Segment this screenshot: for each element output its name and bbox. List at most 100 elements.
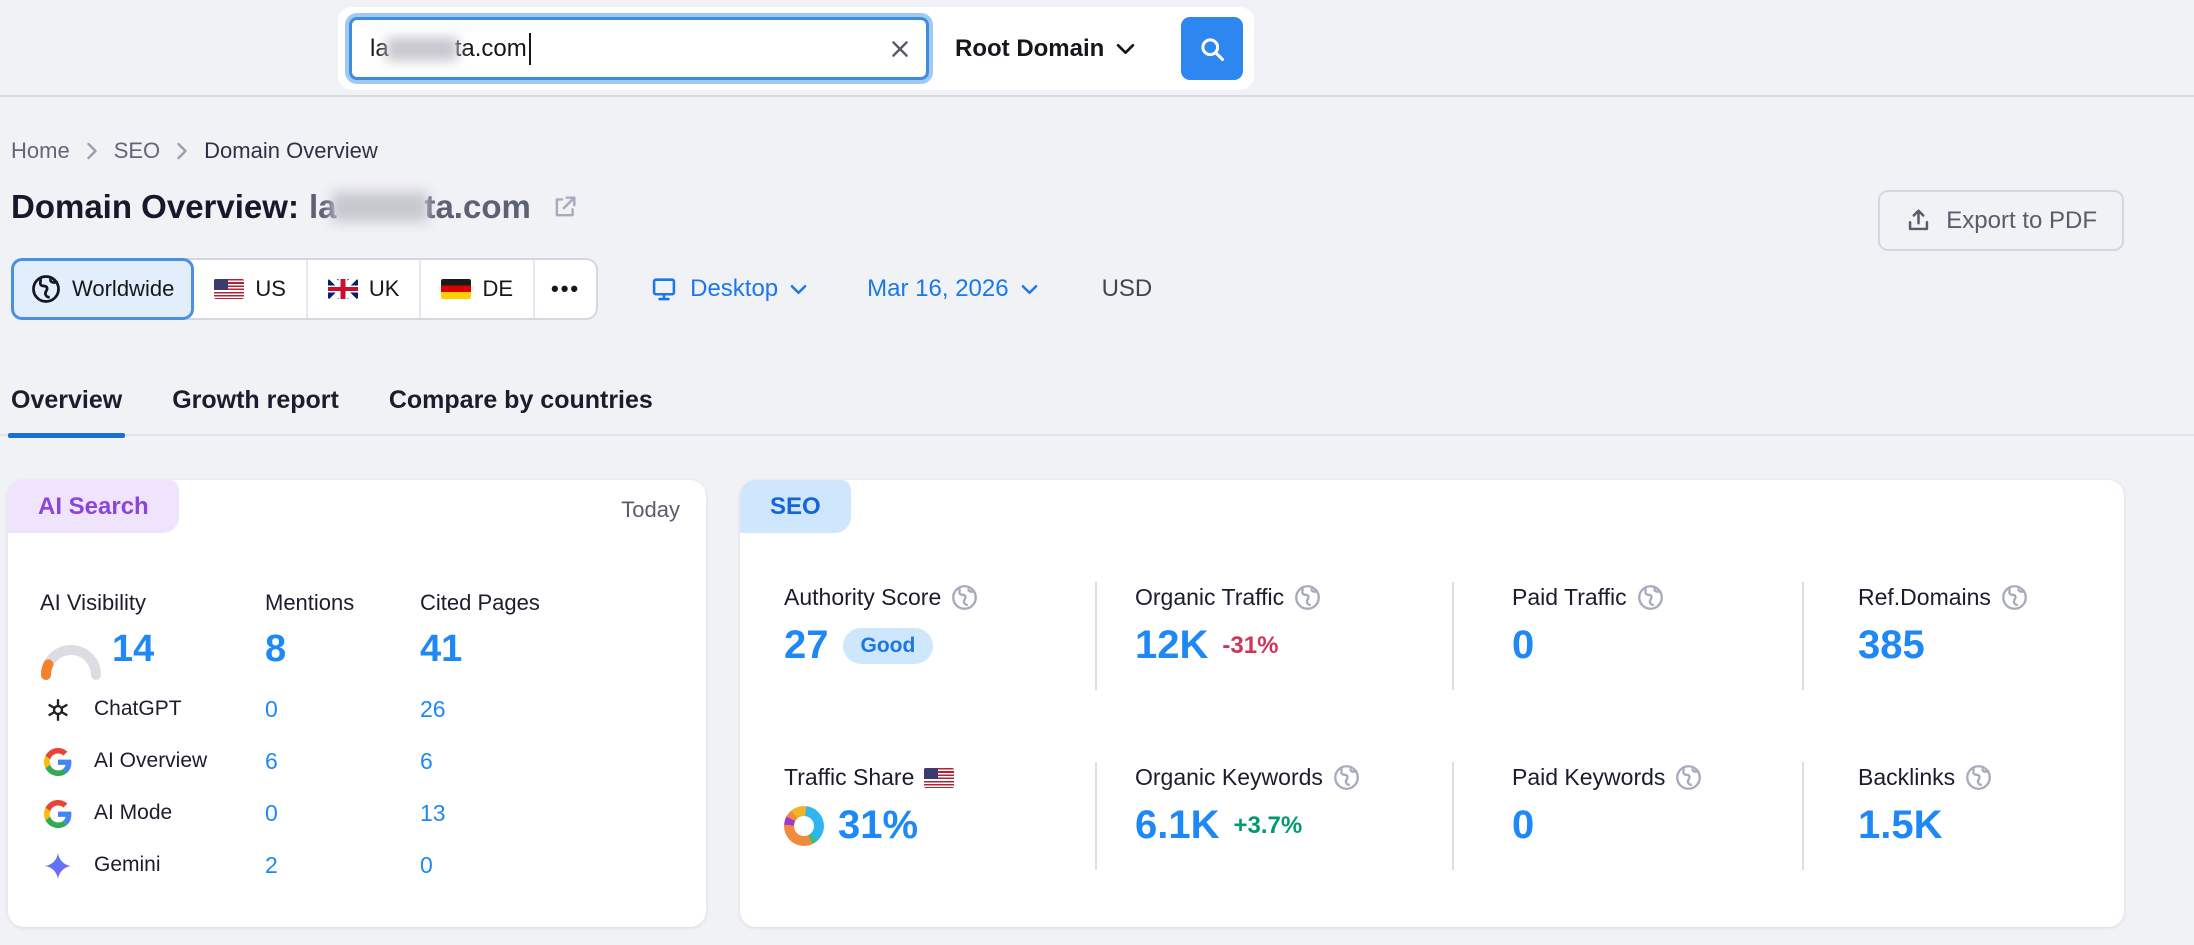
search-input[interactable]: la ta.com [349, 17, 929, 80]
tab-overview[interactable]: Overview [7, 386, 126, 438]
region-de-label: DE [482, 276, 513, 301]
ai-visibility-value[interactable]: 14 [112, 628, 154, 671]
redacted-text [385, 36, 458, 61]
cited-pages-header: Cited Pages [420, 590, 540, 615]
metric-organic-keywords: Organic Keywords 6.1K +3.7% [1135, 764, 1455, 848]
metric-value[interactable]: 0 [1512, 803, 1534, 848]
export-to-pdf-button[interactable]: Export to PDF [1878, 190, 2124, 251]
worldwide-info-icon[interactable] [951, 584, 978, 611]
seo-badge: SEO [740, 480, 851, 533]
worldwide-info-icon[interactable] [1965, 764, 1992, 791]
metric-label-row: Organic Keywords [1135, 764, 1455, 791]
region-us-label: US [255, 276, 286, 301]
breadcrumb-current: Domain Overview [204, 138, 378, 163]
uk-flag-icon [327, 279, 358, 299]
metric-delta: -31% [1222, 631, 1279, 659]
ellipsis-icon: ••• [551, 276, 581, 301]
worldwide-info-icon[interactable] [1294, 584, 1321, 611]
openai-icon [44, 696, 72, 729]
ai-engine-row-gemini: Gemini 2 0 [8, 848, 706, 886]
region-uk-label: UK [368, 276, 400, 301]
tab-growth-report[interactable]: Growth report [172, 386, 339, 436]
currency-label: USD [1101, 275, 1153, 302]
globe-icon [31, 274, 61, 304]
metric-label-row: Authority Score [784, 584, 1104, 611]
region-worldwide[interactable]: Worldwide [11, 258, 195, 320]
tab-compare-by-countries[interactable]: Compare by countries [389, 386, 653, 436]
chevron-right-icon [176, 142, 188, 160]
worldwide-info-icon[interactable] [2001, 584, 2028, 611]
text-cursor [528, 32, 531, 65]
metric-value[interactable]: 6.1K [1135, 803, 1220, 848]
export-to-pdf-label: Export to PDF [1946, 206, 2097, 234]
metric-label: Authority Score [784, 584, 942, 610]
chevron-down-icon [1021, 284, 1038, 295]
page-title-prefix: Domain Overview: [11, 188, 299, 225]
ai-engine-row-ai-mode: AI Mode 0 13 [8, 796, 706, 834]
engine-mentions-value[interactable]: 6 [265, 748, 278, 775]
clear-search-icon[interactable] [888, 37, 912, 61]
metric-value[interactable]: 0 [1512, 623, 1534, 668]
engine-cited-pages-value[interactable]: 0 [420, 852, 433, 879]
region-worldwide-label: Worldwide [72, 276, 175, 301]
engine-mentions-value[interactable]: 0 [265, 696, 278, 723]
chevron-right-icon [86, 142, 98, 160]
gemini-icon [44, 852, 72, 885]
engine-cited-pages-value[interactable]: 6 [420, 748, 433, 775]
metric-value[interactable]: 385 [1858, 623, 1925, 668]
search-button[interactable] [1181, 17, 1243, 80]
worldwide-info-icon[interactable] [1675, 764, 1702, 791]
region-uk[interactable]: UK [308, 260, 422, 318]
worldwide-info-icon[interactable] [1333, 764, 1360, 791]
metric-value[interactable]: 27 [784, 623, 829, 668]
engine-mentions-value[interactable]: 0 [265, 800, 278, 827]
search-query-suffix: ta.com [454, 34, 527, 62]
search-scope-select[interactable]: Root Domain [935, 35, 1149, 63]
region-de[interactable]: DE [421, 260, 535, 318]
region-more-button[interactable]: ••• [535, 260, 596, 318]
metric-label-row: Backlinks [1858, 764, 2178, 791]
metric-label-row: Organic Traffic [1135, 584, 1455, 611]
device-select[interactable]: Desktop [650, 275, 807, 303]
metric-value[interactable]: 12K [1135, 623, 1208, 668]
metric-value[interactable]: 1.5K [1858, 803, 1943, 848]
external-link-icon[interactable] [551, 193, 579, 221]
region-selector: Worldwide US UK DE ••• [11, 258, 599, 320]
engine-label: Gemini [94, 853, 161, 876]
title-row: Domain Overview: la ta.com [11, 188, 579, 226]
engine-mentions-value[interactable]: 2 [265, 852, 278, 879]
upload-icon [1905, 207, 1932, 234]
page-title: Domain Overview: la ta.com [11, 188, 531, 226]
cited-pages-value[interactable]: 41 [420, 628, 462, 671]
google-icon [44, 800, 72, 833]
breadcrumb-seo[interactable]: SEO [114, 138, 160, 164]
redacted-text [332, 192, 429, 222]
metric-value[interactable]: 31% [838, 803, 918, 848]
device-label: Desktop [690, 275, 779, 302]
worldwide-info-icon[interactable] [1637, 584, 1664, 611]
ai-engine-row-chatgpt: ChatGPT 0 26 [8, 692, 706, 730]
date-select[interactable]: Mar 16, 2026 [867, 275, 1037, 303]
top-bar: la ta.com Root Domain [0, 0, 2194, 97]
region-us[interactable]: US [194, 260, 308, 318]
engine-label: ChatGPT [94, 697, 182, 720]
mentions-value[interactable]: 8 [265, 628, 286, 671]
metric-backlinks: Backlinks 1.5K [1858, 764, 2178, 848]
metric-authority-score: Authority Score 27 Good [784, 584, 1104, 668]
engine-cited-pages-value[interactable]: 26 [420, 696, 446, 723]
metric-label-row: Ref.Domains [1858, 584, 2178, 611]
metric-label: Organic Keywords [1135, 764, 1323, 790]
page-title-domain: la ta.com [308, 188, 531, 225]
metric-label: Organic Traffic [1135, 584, 1285, 610]
ai-search-card: AI Search Today AI Visibility Mentions C… [8, 480, 706, 927]
metric-paid-keywords: Paid Keywords 0 [1512, 764, 1832, 848]
ai-search-badge: AI Search [8, 480, 179, 533]
breadcrumb-home[interactable]: Home [11, 138, 70, 164]
date-label: Mar 16, 2026 [867, 275, 1009, 302]
metric-label-row: Traffic Share [784, 764, 1104, 791]
engine-cited-pages-value[interactable]: 13 [420, 800, 446, 827]
google-icon [44, 748, 72, 781]
metric-label-row: Paid Traffic [1512, 584, 1832, 611]
metric-traffic-share: Traffic Share 31% [784, 764, 1104, 848]
filters-row: Worldwide US UK DE ••• Desktop Mar 16, 2… [11, 258, 1152, 320]
